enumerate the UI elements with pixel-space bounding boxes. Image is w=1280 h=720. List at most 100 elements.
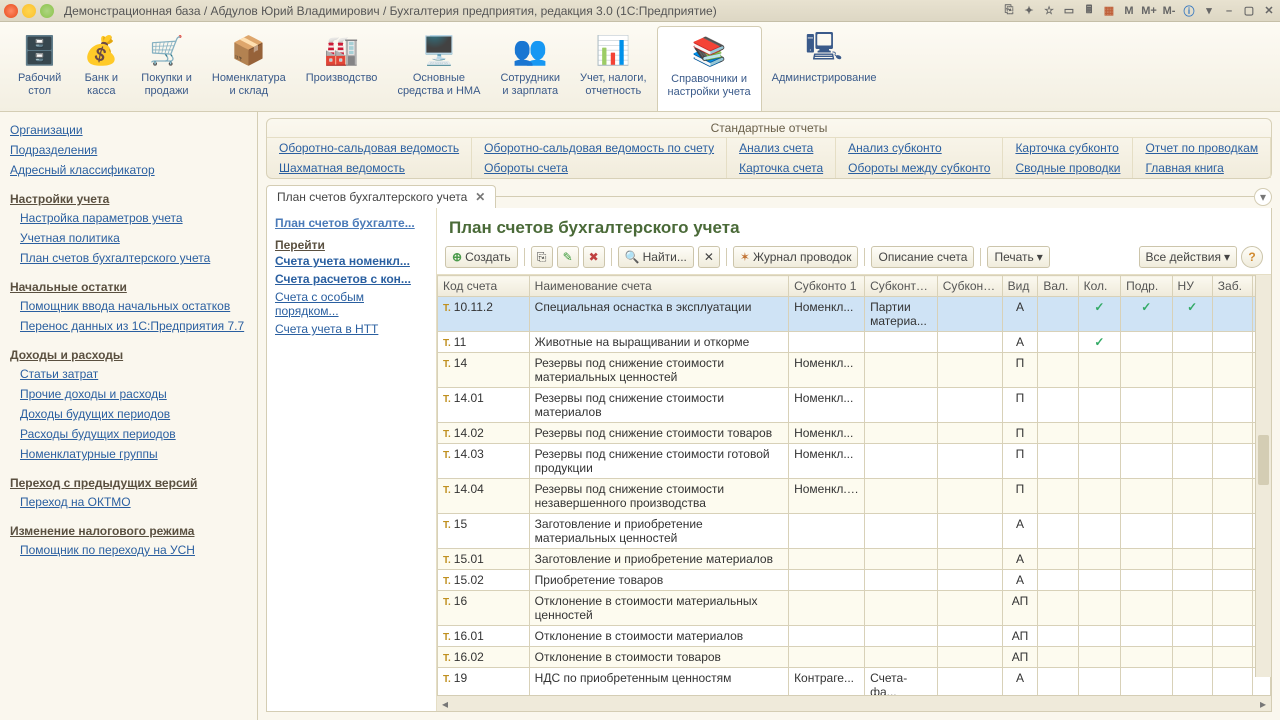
- table-row[interactable]: T.14.02Резервы под снижение стоимости то…: [438, 423, 1271, 444]
- nav-link[interactable]: Помощник ввода начальных остатков: [10, 296, 247, 316]
- inner-nav-link[interactable]: Счета учета номенкл...: [275, 252, 428, 270]
- inner-nav-link[interactable]: Счета расчетов с кон...: [275, 270, 428, 288]
- column-header[interactable]: Субконто 1: [789, 276, 865, 297]
- table-row[interactable]: T.14.04Резервы под снижение стоимости не…: [438, 479, 1271, 514]
- info-icon[interactable]: ⓘ: [1182, 4, 1196, 18]
- nav-link[interactable]: Переход на ОКТМО: [10, 492, 247, 512]
- column-header[interactable]: Подр.: [1121, 276, 1172, 297]
- nav-link[interactable]: Перенос данных из 1С:Предприятия 7.7: [10, 316, 247, 336]
- tool-icon[interactable]: ✦: [1022, 4, 1036, 18]
- column-header[interactable]: Субконто 2: [865, 276, 938, 297]
- report-link[interactable]: Главная книга: [1133, 158, 1271, 178]
- column-header[interactable]: Наименование счета: [529, 276, 788, 297]
- report-link[interactable]: Оборотно-сальдовая ведомость по счету: [472, 138, 727, 158]
- window-minimize-icon[interactable]: [22, 4, 36, 18]
- tool-icon[interactable]: ▭: [1062, 4, 1076, 18]
- table-row[interactable]: T.15.01Заготовление и приобретение матер…: [438, 549, 1271, 570]
- inner-nav-link[interactable]: Счета учета в НТТ: [275, 320, 428, 338]
- table-row[interactable]: T.14.01Резервы под снижение стоимости ма…: [438, 388, 1271, 423]
- nav-link[interactable]: Организации: [10, 120, 247, 140]
- close-icon[interactable]: ✕: [1262, 4, 1276, 18]
- report-link[interactable]: Карточка счета: [727, 158, 836, 178]
- table-row[interactable]: T.19НДС по приобретенным ценностямКонтра…: [438, 668, 1271, 696]
- table-row[interactable]: T.14.03Резервы под снижение стоимости го…: [438, 444, 1271, 479]
- column-header[interactable]: НУ: [1172, 276, 1212, 297]
- star-icon[interactable]: ☆: [1042, 4, 1056, 18]
- table-row[interactable]: T.16.01Отклонение в стоимости материалов…: [438, 626, 1271, 647]
- calendar-icon[interactable]: ▦: [1102, 4, 1116, 18]
- report-link[interactable]: Сводные проводки: [1003, 158, 1133, 178]
- nav-link[interactable]: План счетов бухгалтерского учета: [10, 248, 247, 268]
- nav-group-header[interactable]: Изменение налогового режима: [10, 524, 247, 538]
- create-button[interactable]: ⊕ Создать: [445, 246, 518, 268]
- scroll-left-icon[interactable]: ◂: [437, 696, 453, 711]
- nav-group-header[interactable]: Доходы и расходы: [10, 348, 247, 362]
- column-header[interactable]: Вал.: [1038, 276, 1078, 297]
- nav-link[interactable]: Доходы будущих периодов: [10, 404, 247, 424]
- nav-link[interactable]: Помощник по переходу на УСН: [10, 540, 247, 560]
- m-plus-button[interactable]: M+: [1142, 4, 1156, 18]
- table-row[interactable]: T.15.02Приобретение товаровА: [438, 570, 1271, 591]
- nav-link[interactable]: Статьи затрат: [10, 364, 247, 384]
- table-row[interactable]: T.16Отклонение в стоимости материальных …: [438, 591, 1271, 626]
- column-header[interactable]: Вид: [1002, 276, 1038, 297]
- report-link[interactable]: Обороты между субконто: [836, 158, 1003, 178]
- nav-link[interactable]: Настройка параметров учета: [10, 208, 247, 228]
- edit-button[interactable]: ✎: [557, 246, 579, 268]
- tab-chart-of-accounts[interactable]: План счетов бухгалтерского учета ✕: [266, 185, 496, 208]
- window-maximize-icon[interactable]: [40, 4, 54, 18]
- nav-group-header[interactable]: Начальные остатки: [10, 280, 247, 294]
- table-row[interactable]: T.10.11.2Специальная оснастка в эксплуат…: [438, 297, 1271, 332]
- nav-group-header[interactable]: Переход с предыдущих версий: [10, 476, 247, 490]
- vertical-scrollbar[interactable]: [1255, 275, 1271, 677]
- section-рабочий-стол[interactable]: 🗄️Рабочийстол: [8, 26, 71, 111]
- delete-button[interactable]: ✖: [583, 246, 605, 268]
- report-link[interactable]: Шахматная ведомость: [267, 158, 472, 178]
- window-close-icon[interactable]: [4, 4, 18, 18]
- column-header[interactable]: Код счета: [438, 276, 530, 297]
- tool-icon[interactable]: ⎘: [1002, 4, 1016, 18]
- nav-link[interactable]: Адресный классификатор: [10, 160, 247, 180]
- copy-button[interactable]: ⎘: [531, 246, 553, 268]
- nav-link[interactable]: Номенклатурные группы: [10, 444, 247, 464]
- inner-nav-title[interactable]: План счетов бухгалте...: [275, 216, 428, 230]
- help-button[interactable]: ?: [1241, 246, 1263, 268]
- section-основные-средства-и-нма[interactable]: 🖥️Основныесредства и НМА: [387, 26, 490, 111]
- nav-link[interactable]: Учетная политика: [10, 228, 247, 248]
- scroll-right-icon[interactable]: ▸: [1255, 696, 1271, 711]
- section-производство[interactable]: 🏭Производство: [296, 26, 388, 111]
- column-header[interactable]: Кол.: [1078, 276, 1120, 297]
- journal-button[interactable]: ✶ Журнал проводок: [733, 246, 859, 268]
- min-icon[interactable]: –: [1222, 4, 1236, 18]
- nav-link[interactable]: Прочие доходы и расходы: [10, 384, 247, 404]
- table-row[interactable]: T.14Резервы под снижение стоимости матер…: [438, 353, 1271, 388]
- tabs-dropdown-icon[interactable]: ▾: [1254, 188, 1272, 206]
- calculator-icon[interactable]: 🖩: [1082, 4, 1096, 18]
- accounts-table[interactable]: Код счетаНаименование счетаСубконто 1Суб…: [437, 275, 1271, 695]
- find-button[interactable]: 🔍 Найти...: [618, 246, 694, 268]
- table-row[interactable]: T.15Заготовление и приобретение материал…: [438, 514, 1271, 549]
- table-row[interactable]: T.16.02Отклонение в стоимости товаровАП: [438, 647, 1271, 668]
- section-сотрудники-и-зарплата[interactable]: 👥Сотрудникии зарплата: [490, 26, 570, 111]
- report-link[interactable]: Анализ субконто: [836, 138, 1003, 158]
- tab-close-icon[interactable]: ✕: [475, 190, 485, 204]
- nav-link[interactable]: Подразделения: [10, 140, 247, 160]
- report-link[interactable]: Карточка субконто: [1003, 138, 1133, 158]
- section-покупки-и-продажи[interactable]: 🛒Покупки ипродажи: [131, 26, 202, 111]
- column-header[interactable]: Заб.: [1212, 276, 1252, 297]
- section-администрирование[interactable]: 🖳Администрирование: [762, 26, 887, 111]
- max-icon[interactable]: ▢: [1242, 4, 1256, 18]
- m-minus-button[interactable]: M-: [1162, 4, 1176, 18]
- report-link[interactable]: Оборотно-сальдовая ведомость: [267, 138, 472, 158]
- nav-link[interactable]: Расходы будущих периодов: [10, 424, 247, 444]
- column-header[interactable]: Субконт...: [937, 276, 1002, 297]
- table-row[interactable]: T.11Животные на выращивании и откормеА✓: [438, 332, 1271, 353]
- dropdown-icon[interactable]: ▾: [1202, 4, 1216, 18]
- inner-nav-link[interactable]: Счета с особым порядком...: [275, 288, 428, 320]
- m-button[interactable]: M: [1122, 4, 1136, 18]
- clear-filter-button[interactable]: ✕: [698, 246, 720, 268]
- section-учет,-налоги,-отчетность[interactable]: 📊Учет, налоги,отчетность: [570, 26, 656, 111]
- section-справочники-и-настройки-учета[interactable]: 📚Справочники инастройки учета: [657, 26, 762, 111]
- nav-group-header[interactable]: Настройки учета: [10, 192, 247, 206]
- report-link[interactable]: Обороты счета: [472, 158, 727, 178]
